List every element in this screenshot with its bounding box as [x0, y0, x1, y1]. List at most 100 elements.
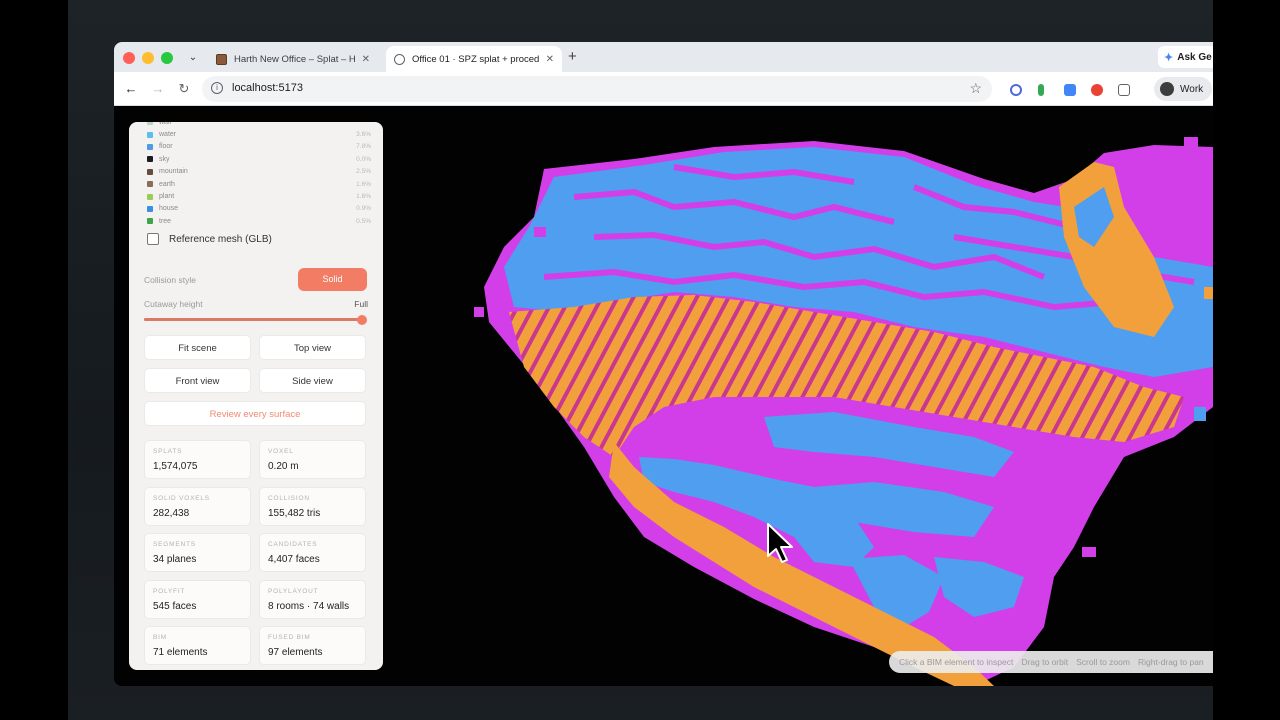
extension-2-icon[interactable] — [1038, 84, 1044, 96]
extension-4-icon[interactable] — [1091, 84, 1103, 96]
cutaway-slider-thumb[interactable] — [357, 315, 367, 325]
legend-label: wall — [159, 122, 172, 126]
legend-value: 3.6% — [356, 131, 371, 139]
front-view-button[interactable]: Front view — [144, 368, 251, 393]
stat-card: FUSED BIM 97 elements — [259, 626, 366, 665]
legend-label: plant — [159, 193, 175, 201]
stat-label: SOLID VOXELS — [153, 494, 210, 502]
legend-item: mountain 2.5% — [147, 166, 371, 178]
legend-swatch — [147, 156, 153, 163]
extension-3-icon[interactable] — [1064, 84, 1076, 96]
legend-value: 0.5% — [356, 217, 371, 225]
legend-value: 1.6% — [356, 193, 371, 201]
tab-strip: ⌄ Harth New Office – Splat – Hi ✕ Office… — [114, 42, 1213, 72]
extensions-puzzle-icon[interactable] — [1118, 84, 1130, 96]
legend-label: water — [159, 131, 177, 139]
stat-value: 34 planes — [153, 554, 197, 565]
stat-card: CANDIDATES 4,407 faces — [259, 533, 366, 572]
letterbox-right — [1213, 0, 1280, 720]
hint-item: Drag to orbit — [1021, 657, 1069, 667]
minimize-window-button[interactable] — [142, 52, 154, 64]
stat-label: CANDIDATES — [268, 541, 318, 548]
control-panel: wall water 3.6% floor 7.8% sky 0.0% mountain 2.5… — [129, 122, 383, 670]
close-tab-icon[interactable]: ✕ — [546, 54, 554, 65]
side-view-button[interactable]: Side view — [259, 368, 366, 393]
stat-card: SOLID VOXELS 282,438 — [144, 486, 251, 526]
bookmark-star-icon[interactable]: ☆ — [969, 80, 982, 97]
stat-label: SPLATS — [153, 448, 183, 455]
review-every-surface-button[interactable]: Review every surface — [144, 401, 366, 426]
site-info-icon[interactable]: i — [211, 82, 223, 94]
legend-label: mountain — [159, 168, 188, 176]
legend-swatch — [147, 193, 153, 200]
stat-card: COLLISION 155,482 tris — [259, 486, 366, 526]
segmentation-legend: wall water 3.6% floor 7.8% sky 0.0% mountain 2.5… — [147, 122, 371, 228]
maximize-window-button[interactable] — [161, 52, 173, 64]
stat-card: VOXEL 0.20 m — [259, 440, 366, 479]
legend-item: tree 0.5% — [147, 215, 371, 227]
reference-mesh-label: Reference mesh (GLB) — [169, 233, 272, 245]
stat-label: VOXEL — [268, 448, 294, 455]
legend-swatch — [147, 205, 153, 212]
reload-icon[interactable]: ↻ — [176, 81, 192, 97]
stat-label: COLLISION — [268, 494, 310, 502]
hint-item: Scroll to zoom — [1076, 657, 1130, 667]
legend-label: earth — [159, 180, 175, 188]
top-view-button[interactable]: Top view — [259, 335, 366, 360]
legend-label: tree — [159, 217, 172, 225]
stat-value: 545 faces — [153, 600, 197, 612]
legend-value: 0.0% — [356, 155, 371, 163]
legend-item: house 0.9% — [147, 203, 371, 215]
stat-value: 1,574,075 — [153, 461, 198, 472]
controls-hint-bar: Click a BIM element to inspect Drag to or… — [889, 651, 1213, 673]
hint-item: Right-drag to pan — [1137, 657, 1204, 667]
profile-button[interactable]: Work — [1154, 77, 1212, 101]
3d-viewport[interactable]: wall water 3.6% floor 7.8% sky 0.0% mountain 2.5… — [114, 107, 1213, 686]
tab-title: Office 01 · SPZ splat + procedural — [412, 53, 540, 65]
legend-item: sky 0.0% — [147, 153, 371, 165]
forward-arrow-icon[interactable]: → — [150, 81, 166, 96]
legend-value: 1.6% — [356, 180, 371, 188]
ask-gemini-button[interactable]: ✦ Ask Ge — [1158, 46, 1213, 68]
stat-value: 71 elements — [153, 647, 208, 658]
stat-value: 282,438 — [153, 507, 190, 519]
extension-1-icon[interactable] — [1010, 84, 1022, 96]
avatar — [1160, 82, 1174, 96]
cutaway-slider-track[interactable] — [144, 318, 362, 321]
tab-office-01[interactable]: Office 01 · SPZ splat + procedural ✕ — [386, 46, 562, 72]
legend-label: sky — [159, 155, 170, 163]
browser-toolbar: ← → ↻ i localhost:5173 ☆ Work — [114, 72, 1213, 106]
close-window-button[interactable] — [123, 52, 135, 64]
legend-swatch — [147, 131, 153, 138]
mouse-pointer-icon — [767, 523, 793, 563]
globe-icon — [394, 53, 405, 65]
tab-search-chevron-icon[interactable]: ⌄ — [184, 49, 202, 67]
legend-label: floor — [159, 143, 173, 151]
tab-title: Harth New Office – Splat – Hi — [234, 53, 356, 65]
stat-card: BIM 71 elements — [144, 626, 251, 665]
legend-label: house — [159, 205, 179, 213]
fit-scene-button[interactable]: Fit scene — [144, 335, 251, 360]
legend-swatch — [147, 168, 153, 175]
legend-swatch — [147, 218, 153, 225]
legend-item: floor 7.8% — [147, 141, 371, 153]
collision-style-solid-button[interactable]: Solid — [298, 268, 367, 291]
new-tab-button[interactable]: + — [568, 48, 577, 65]
cutaway-height-label: Cutaway height — [144, 299, 203, 309]
close-tab-icon[interactable]: ✕ — [362, 54, 370, 65]
stat-value: 4,407 faces — [268, 554, 320, 565]
legend-swatch — [147, 181, 153, 188]
legend-value: 2.5% — [356, 168, 371, 176]
back-arrow-icon[interactable]: ← — [123, 81, 139, 96]
address-bar[interactable]: i localhost:5173 ☆ — [202, 76, 992, 102]
stat-label: SEGMENTS — [153, 541, 196, 548]
reference-mesh-checkbox[interactable] — [147, 233, 159, 245]
stat-card: SEGMENTS 34 planes — [144, 533, 251, 572]
tab-harth-new-office[interactable]: Harth New Office – Splat – Hi ✕ — [208, 46, 378, 72]
stat-label: POLYLAYOUT — [268, 587, 319, 595]
collision-style-label: Collision style — [144, 275, 196, 285]
stat-label: FUSED BIM — [268, 634, 311, 641]
hint-item: Click a BIM element to inspect — [899, 657, 1014, 667]
stat-label: POLYFIT — [153, 587, 186, 595]
reference-mesh-toggle[interactable]: Reference mesh (GLB) — [147, 233, 272, 245]
